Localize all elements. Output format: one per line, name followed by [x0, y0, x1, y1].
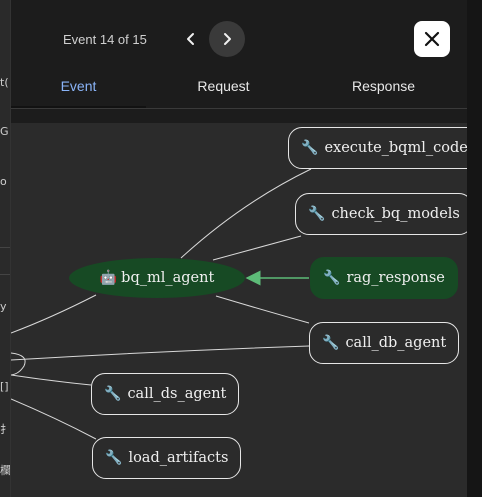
edge-execute_bqml_code: [180, 168, 312, 259]
node-rag_response[interactable]: 🔧 rag_response: [310, 257, 458, 299]
background-text-fragment: G: [0, 125, 9, 138]
chevron-right-icon: [224, 33, 231, 45]
detail-tabs: Event Request Response: [11, 70, 468, 109]
previous-event-button[interactable]: [173, 21, 209, 57]
edge-left-call_db_agent: [11, 345, 310, 361]
next-event-button[interactable]: [209, 21, 245, 57]
chevron-left-icon: [187, 33, 194, 45]
node-label: rag_response: [346, 270, 445, 286]
wrench-icon: 🔧: [301, 140, 319, 156]
event-graph: 🔧 execute_bqml_code 🔧 check_bq_models 🔧 …: [11, 123, 481, 497]
active-tab-indicator: [11, 106, 146, 108]
node-label: load_artifacts: [128, 450, 229, 466]
edge-left-incoming: [11, 294, 97, 334]
edge-left-load_artifacts: [11, 398, 97, 440]
node-check_bq_models[interactable]: 🔧 check_bq_models: [295, 193, 473, 235]
graph-edges: [11, 168, 312, 440]
event-counter: Event 14 of 15: [63, 32, 147, 47]
wrench-icon: 🔧: [308, 206, 326, 222]
background-text-fragment: 扌: [0, 423, 10, 436]
node-label: call_ds_agent: [127, 386, 227, 402]
tab-response[interactable]: Response: [316, 70, 451, 108]
background-text-fragment: t(: [0, 76, 9, 89]
background-divider: [0, 247, 10, 248]
background-divider: [0, 274, 10, 275]
wrench-icon: 🔧: [322, 335, 340, 351]
edge-check_bq_models: [212, 235, 302, 261]
node-label: execute_bqml_code: [324, 140, 468, 156]
background-text-fragment: []: [0, 380, 9, 393]
background-text-fragment: o: [0, 175, 7, 188]
robot-icon: 🤖: [99, 270, 118, 286]
wrench-icon: 🔧: [104, 386, 122, 402]
node-label: check_bq_models: [331, 206, 460, 222]
background-text-fragment: y: [0, 300, 7, 313]
edge-left-call_ds_agent: [11, 374, 92, 386]
node-call_db_agent[interactable]: 🔧 call_db_agent: [309, 322, 460, 364]
background-text-fragment: 欄: [0, 464, 10, 477]
wrench-icon: 🔧: [323, 270, 341, 286]
node-label: call_db_agent: [345, 335, 447, 351]
node-bq_ml_agent[interactable]: 🤖 bq_ml_agent: [69, 258, 245, 298]
close-icon: [424, 31, 440, 47]
panel-right-edge: [467, 0, 482, 497]
node-load_artifacts[interactable]: 🔧 load_artifacts: [92, 437, 242, 479]
edge-call_db_agent: [215, 295, 310, 324]
wrench-icon: 🔧: [105, 450, 123, 466]
node-execute_bqml_code[interactable]: 🔧 execute_bqml_code: [288, 127, 481, 169]
close-button[interactable]: [414, 21, 450, 57]
tab-request[interactable]: Request: [156, 70, 291, 108]
offscreen-node-outline: [11, 352, 26, 376]
node-label: bq_ml_agent: [121, 270, 215, 286]
node-call_ds_agent[interactable]: 🔧 call_ds_agent: [91, 373, 240, 415]
event-details-panel: Event 14 of 15 Event Request Response 🔧 …: [10, 0, 481, 497]
tab-event[interactable]: Event: [11, 70, 146, 108]
